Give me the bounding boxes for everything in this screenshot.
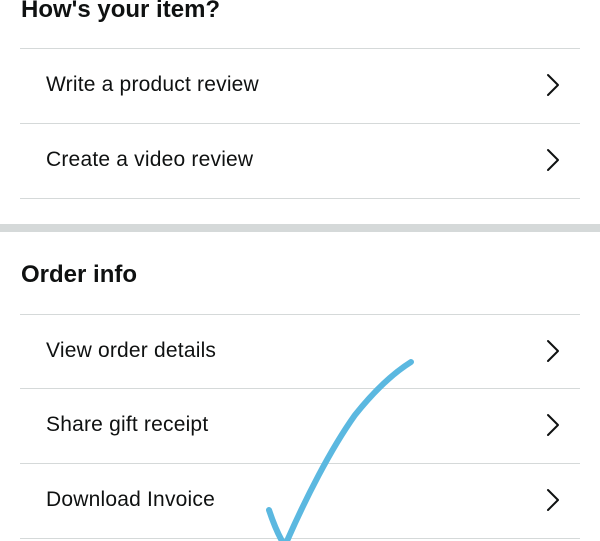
row-share-gift-receipt[interactable]: Share gift receipt <box>20 388 580 462</box>
row-write-product-review[interactable]: Write a product review <box>20 48 580 122</box>
chevron-right-icon <box>546 148 560 172</box>
row-label: Share gift receipt <box>46 413 209 436</box>
divider <box>20 538 580 539</box>
row-label: View order details <box>46 339 217 362</box>
section-separator <box>0 224 600 232</box>
chevron-right-icon <box>546 339 560 363</box>
row-label: Download Invoice <box>46 488 215 511</box>
row-download-invoice[interactable]: Download Invoice <box>20 463 580 537</box>
chevron-right-icon <box>546 413 560 437</box>
section-title-order-info: Order info <box>21 261 138 288</box>
row-create-video-review[interactable]: Create a video review <box>20 123 580 197</box>
chevron-right-icon <box>546 488 560 512</box>
section-title-hows-your-item: How's your item? <box>21 0 221 23</box>
divider <box>20 198 580 199</box>
row-label: Write a product review <box>46 73 259 96</box>
row-label: Create a video review <box>46 148 254 171</box>
chevron-right-icon <box>546 73 560 97</box>
row-view-order-details[interactable]: View order details <box>20 314 580 388</box>
